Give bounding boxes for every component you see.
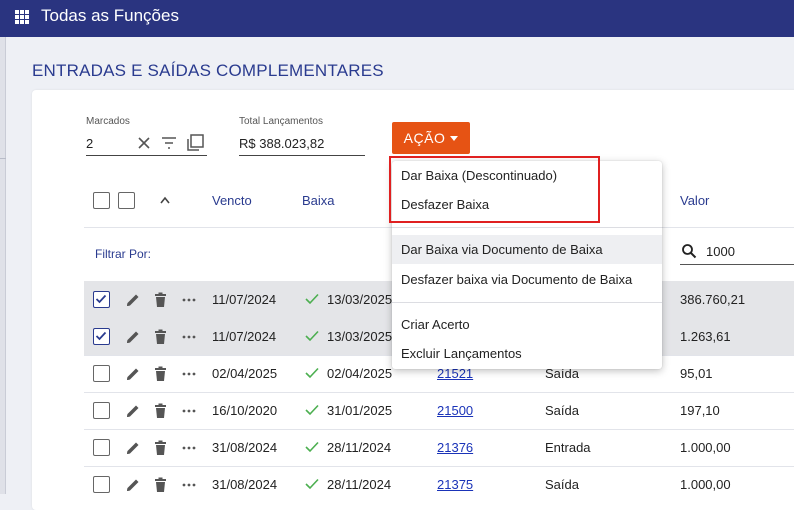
row-documento-link[interactable]: 21376 <box>437 440 473 455</box>
edit-icon[interactable] <box>125 440 141 456</box>
column-header-vencto[interactable]: Vencto <box>212 193 252 208</box>
row-tipo: Saída <box>545 403 579 418</box>
clear-icon[interactable] <box>137 136 151 150</box>
marcados-value: 2 <box>86 136 94 151</box>
more-options-icon[interactable] <box>182 409 196 413</box>
row-vencto: 31/08/2024 <box>212 477 278 492</box>
row-baixa: 02/04/2025 <box>327 366 393 381</box>
more-options-icon[interactable] <box>182 483 196 487</box>
row-checkbox[interactable] <box>93 291 110 308</box>
row-valor: 1.000,00 <box>680 477 731 492</box>
row-vencto: 16/10/2020 <box>212 403 278 418</box>
total-underline <box>239 155 365 156</box>
row-valor: 95,01 <box>680 366 713 381</box>
more-options-icon[interactable] <box>182 372 196 376</box>
row-checkbox[interactable] <box>93 439 110 456</box>
row-vencto: 31/08/2024 <box>212 440 278 455</box>
valor-filter-underline <box>680 264 794 265</box>
check-icon <box>305 404 319 416</box>
edit-icon[interactable] <box>125 366 141 382</box>
filter-icon[interactable] <box>161 136 177 150</box>
acao-button-label: AÇÃO <box>403 130 446 146</box>
check-icon <box>305 293 319 305</box>
caret-down-icon <box>450 136 459 141</box>
column-header-valor[interactable]: Valor <box>680 193 709 208</box>
delete-icon[interactable] <box>154 403 167 419</box>
sidebar-divider <box>0 158 6 159</box>
table-row[interactable]: 16/10/2020 31/01/2025 21500 Saída 197,10 <box>84 392 794 429</box>
row-baixa: 31/01/2025 <box>327 403 393 418</box>
highlight-box <box>389 156 600 223</box>
menu-item-excluir-lancamentos[interactable]: Excluir Lançamentos <box>392 339 662 368</box>
row-checkbox[interactable] <box>93 328 110 345</box>
row-vencto: 02/04/2025 <box>212 366 278 381</box>
chevron-up-icon[interactable] <box>160 196 170 204</box>
row-baixa: 13/03/2025 <box>327 292 393 307</box>
check-icon <box>305 478 319 490</box>
row-valor: 197,10 <box>680 403 720 418</box>
row-checkbox[interactable] <box>93 365 110 382</box>
apps-grid-icon[interactable] <box>15 10 29 24</box>
total-lancamentos-value: R$ 388.023,82 <box>239 136 325 151</box>
delete-icon[interactable] <box>154 292 167 308</box>
row-documento-link[interactable]: 21500 <box>437 403 473 418</box>
total-lancamentos-label: Total Lançamentos <box>239 116 323 127</box>
copy-icon[interactable] <box>186 134 204 152</box>
row-checkbox[interactable] <box>93 476 110 493</box>
row-checkbox[interactable] <box>93 402 110 419</box>
more-options-icon[interactable] <box>182 298 196 302</box>
row-valor: 386.760,21 <box>680 292 746 307</box>
menu-separator <box>392 302 662 303</box>
search-icon <box>682 244 697 259</box>
table-row[interactable]: 31/08/2024 28/11/2024 21375 Saída 1.000,00 <box>84 466 794 503</box>
menu-separator <box>392 227 662 228</box>
marcados-label: Marcados <box>86 116 130 127</box>
row-vencto: 11/07/2024 <box>212 292 277 307</box>
row-tipo: Entrada <box>545 440 591 455</box>
filter-by-label: Filtrar Por: <box>95 247 152 261</box>
left-sidebar-edge <box>0 37 6 494</box>
row-valor: 1.263,61 <box>680 329 731 344</box>
more-options-icon[interactable] <box>182 335 196 339</box>
menu-item-dar-baixa-via-documento[interactable]: Dar Baixa via Documento de Baixa <box>392 235 662 264</box>
row-valor: 1.000,00 <box>680 440 731 455</box>
page-title: ENTRADAS E SAÍDAS COMPLEMENTARES <box>32 61 384 80</box>
row-tipo: Saída <box>545 477 579 492</box>
edit-icon[interactable] <box>125 292 141 308</box>
select-page-checkbox[interactable] <box>118 192 135 209</box>
menu-item-desfazer-baixa-via-documento[interactable]: Desfazer baixa via Documento de Baixa <box>392 265 662 294</box>
check-icon <box>305 330 319 342</box>
row-documento-link[interactable]: 21375 <box>437 477 473 492</box>
table-row[interactable]: 31/08/2024 28/11/2024 21376 Entrada 1.000,00 <box>84 429 794 466</box>
edit-icon[interactable] <box>125 477 141 493</box>
delete-icon[interactable] <box>154 477 167 493</box>
marcados-underline <box>86 155 207 156</box>
acao-button[interactable]: AÇÃO <box>392 122 470 154</box>
menu-item-criar-acerto[interactable]: Criar Acerto <box>392 310 662 339</box>
delete-icon[interactable] <box>154 329 167 345</box>
row-baixa: 28/11/2024 <box>327 477 392 492</box>
app-title: Todas as Funções <box>41 6 179 25</box>
row-baixa: 13/03/2025 <box>327 329 393 344</box>
row-vencto: 11/07/2024 <box>212 329 277 344</box>
edit-icon[interactable] <box>125 329 141 345</box>
column-header-baixa[interactable]: Baixa <box>302 193 335 208</box>
delete-icon[interactable] <box>154 440 167 456</box>
valor-filter-input[interactable]: 1000 <box>706 244 735 259</box>
edit-icon[interactable] <box>125 403 141 419</box>
check-icon <box>305 441 319 453</box>
more-options-icon[interactable] <box>182 446 196 450</box>
check-icon <box>305 367 319 379</box>
delete-icon[interactable] <box>154 366 167 382</box>
row-baixa: 28/11/2024 <box>327 440 392 455</box>
select-all-checkbox[interactable] <box>93 192 110 209</box>
top-bar: Todas as Funções <box>0 0 794 37</box>
